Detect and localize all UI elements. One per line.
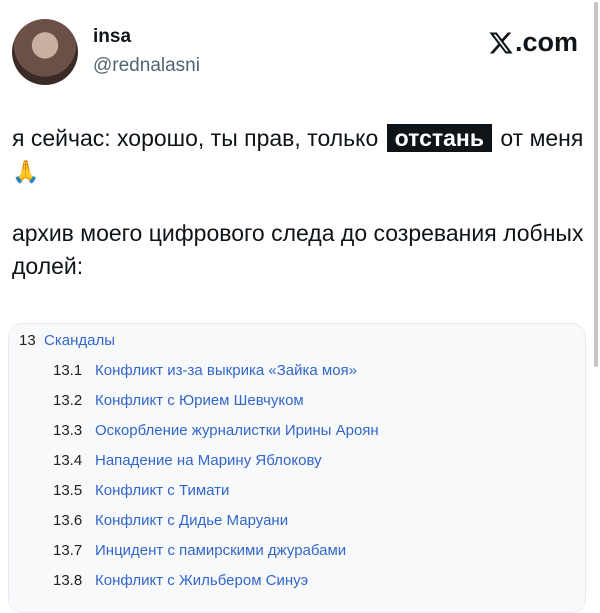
toc-item-link[interactable]: Конфликт из-за выкрика «Зайка моя» [95,362,357,379]
avatar[interactable] [12,19,78,85]
toc-list: 13.1 Конфликт из-за выкрика «Зайка моя» 1… [53,356,379,596]
toc-item-number: 13.4 [53,452,83,469]
toc-item-link[interactable]: Инцидент с памирскими джурабами [95,542,346,559]
toc-item-link[interactable]: Нападение на Марину Яблокову [95,452,322,469]
toc-section-heading: 13 Скандалы [19,332,115,349]
tweet-line1-after: от меня [500,125,584,151]
toc-section-title[interactable]: Скандалы [44,332,115,349]
toc-item-number: 13.8 [53,572,83,589]
list-item: 13.8 Конфликт с Жильбером Синуэ [53,566,379,596]
user-handle[interactable]: @rednalasni [93,55,200,77]
brand-label: .com [514,27,578,57]
list-item: 13.4 Нападение на Марину Яблокову [53,446,379,476]
praying-hands-icon: 🙏 [12,160,40,185]
toc-item-link[interactable]: Конфликт с Тимати [95,482,229,499]
list-item: 13.5 Конфликт с Тимати [53,476,379,506]
toc-item-link[interactable]: Конфликт с Дидье Маруани [95,512,288,529]
tweet-paragraph-1: я сейчас: хорошо, ты прав, только отстан… [12,122,584,189]
list-item: 13.1 Конфликт из-за выкрика «Зайка моя» [53,356,379,386]
tweet-paragraph-2: архив моего цифрового следа до созревани… [12,220,584,279]
toc-item-number: 13.2 [53,392,83,409]
tweet-line1-before: я сейчас: хорошо, ты прав, только [12,125,379,151]
toc-item-number: 13.1 [53,362,83,379]
list-item: 13.6 Конфликт с Дидье Маруани [53,506,379,536]
scrollbar[interactable] [594,2,598,367]
tweet-highlight: отстань [386,124,492,152]
x-logo-icon [489,31,513,54]
toc-item-number: 13.5 [53,482,83,499]
x-brand-logo: .com [488,27,578,58]
toc-item-link[interactable]: Оскорбление журналистки Ирины Ароян [95,422,379,439]
table-of-contents-image: 13 Скандалы 13.1 Конфликт из-за выкрика «… [8,323,586,613]
list-item: 13.3 Оскорбление журналистки Ирины Ароян [53,416,379,446]
toc-item-link[interactable]: Конфликт с Юрием Шевчуком [95,392,304,409]
display-name[interactable]: insa [93,26,131,48]
list-item: 13.2 Конфликт с Юрием Шевчуком [53,386,379,416]
toc-item-link[interactable]: Конфликт с Жильбером Синуэ [95,572,308,589]
toc-section-number: 13 [19,332,36,349]
toc-item-number: 13.3 [53,422,83,439]
list-item: 13.7 Инцидент с памирскими джурабами [53,536,379,566]
toc-item-number: 13.6 [53,512,83,529]
tweet-text: я сейчас: хорошо, ты прав, только отстан… [12,122,584,283]
toc-item-number: 13.7 [53,542,83,559]
